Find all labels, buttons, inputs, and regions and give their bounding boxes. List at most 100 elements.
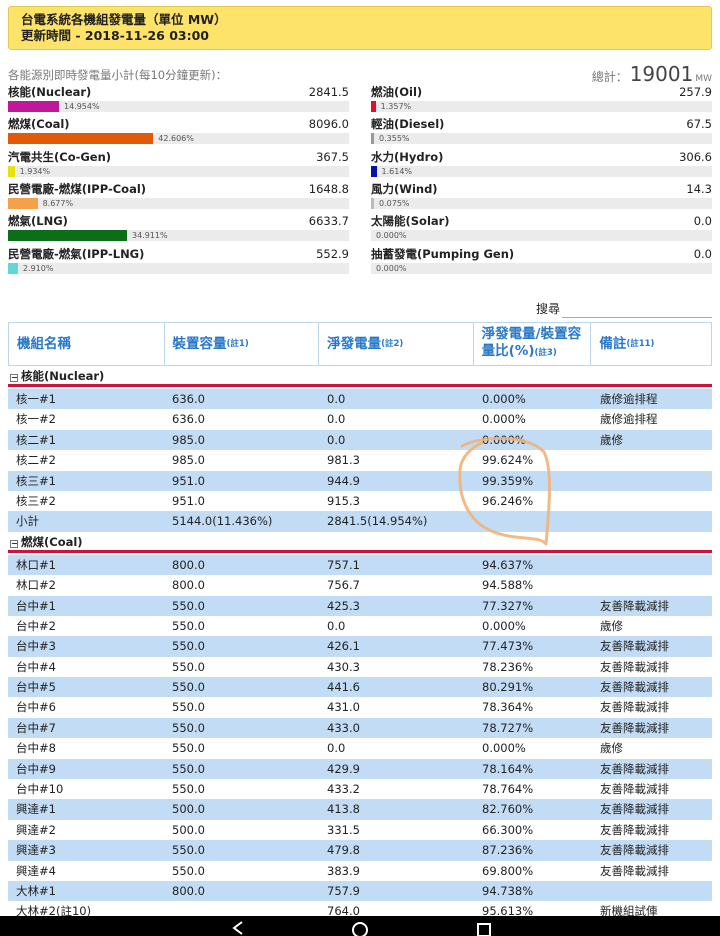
cell-capacity: 985.0 [172, 453, 205, 468]
cell-net-generation: 383.9 [327, 863, 360, 878]
source-item: 燃氣(LNG) 6633.7 34.911% [8, 214, 349, 246]
cell-capacity: 985.0 [172, 432, 205, 447]
source-percent: 1.614% [381, 166, 413, 176]
cell-net-generation: 479.8 [327, 843, 360, 858]
home-icon[interactable] [350, 920, 370, 936]
source-bar: 42.606% [8, 133, 349, 145]
cell-capacity: 5144.0(11.436%) [172, 514, 273, 529]
group-header[interactable]: − 燃煤(Coal) [8, 532, 712, 553]
source-percent: 1.934% [19, 166, 51, 176]
source-bar-fill [8, 101, 59, 112]
cell-remark [592, 881, 712, 901]
header-remarks[interactable]: 備註 (註11) [591, 323, 711, 365]
table-row: 台中#5 550.0 441.6 80.291% 友善降載減排 [8, 677, 712, 698]
cell-ratio [474, 511, 592, 531]
cell-capacity: 800.0 [172, 578, 205, 593]
table-row: 台中#4 550.0 430.3 78.236% 友善降載減排 [8, 657, 712, 677]
cell-remark: 歲修逾排程 [600, 392, 658, 406]
table-row: 小計 5144.0(11.436%) 2841.5(14.954%) [8, 511, 712, 532]
collapse-icon[interactable]: − [10, 374, 18, 382]
cell-capacity: 550.0 [172, 598, 205, 613]
source-bar: 1.934% [8, 165, 349, 177]
cell-ratio: 0.000% [482, 432, 526, 447]
cell-ratio: 78.727% [482, 720, 534, 735]
source-percent: 0.000% [376, 263, 407, 273]
source-item: 燃油(Oil) 257.9 1.357% [371, 85, 712, 117]
cell-net-generation: 431.0 [327, 700, 360, 715]
cell-ratio: 77.473% [482, 639, 534, 654]
cell-unit-name: 林口#1 [16, 557, 56, 572]
cell-net-generation: 944.9 [327, 473, 360, 488]
source-name: 風力(Wind) [371, 181, 438, 196]
cell-capacity: 800.0 [172, 557, 205, 572]
source-value: 14.3 [686, 181, 712, 196]
search-input[interactable] [562, 296, 712, 318]
cell-ratio: 77.327% [482, 598, 534, 613]
source-bar-fill [371, 197, 374, 209]
cell-ratio: 87.236% [482, 843, 534, 858]
group-header[interactable]: − 核能(Nuclear) [8, 366, 712, 387]
source-name: 燃氣(LNG) [8, 214, 68, 229]
recents-icon[interactable] [474, 920, 494, 936]
table-row: 台中#7 550.0 433.0 78.727% 友善降載減排 [8, 717, 712, 739]
source-name: 輕油(Diesel) [371, 117, 445, 132]
cell-unit-name: 台中#10 [16, 782, 64, 797]
cell-unit-name: 興達#1 [16, 802, 56, 817]
cell-remark [592, 511, 712, 531]
source-item: 民營電廠-燃氣(IPP-LNG) 552.9 2.910% [8, 247, 349, 279]
cell-capacity: 636.0 [172, 392, 205, 406]
table-body: − 核能(Nuclear) 核一#1 636.0 0.0 0.000% 歲修逾排程 核一#2 6… [8, 366, 712, 922]
source-item: 民營電廠-燃煤(IPP-Coal) 1648.8 8.677% [8, 182, 349, 214]
source-value: 1648.8 [308, 181, 349, 196]
cell-capacity: 550.0 [172, 618, 205, 633]
source-name: 水力(Hydro) [371, 149, 444, 164]
cell-unit-name: 興達#4 [16, 863, 56, 878]
source-item: 水力(Hydro) 306.6 1.614% [371, 150, 712, 182]
source-item: 太陽能(Solar) 0.0 0.000% [371, 214, 712, 246]
table-row: 興達#1 500.0 413.8 82.760% 友善降載減排 [8, 799, 712, 820]
summary-note: 各能源別即時發電量小計(每10分鐘更新)： [8, 68, 228, 82]
table-row: 台中#9 550.0 429.9 78.164% 友善降載減排 [8, 758, 712, 780]
cell-remark: 友善降載減排 [600, 761, 669, 776]
source-value: 2841.5 [308, 85, 349, 99]
cell-net-generation: 757.9 [327, 883, 360, 898]
cell-capacity: 550.0 [172, 863, 205, 878]
header-capacity[interactable]: 裝置容量 (註1) [165, 323, 320, 365]
table-header: 機組名稱 裝置容量 (註1) 淨發電量 (註2) 淨發電量/裝置容量比(%)(註3)… [8, 322, 712, 366]
cell-remark: 友善降載減排 [600, 639, 669, 654]
source-bar: 14.954% [8, 101, 349, 112]
cell-capacity: 951.0 [172, 473, 205, 488]
header-capacity-ratio[interactable]: 淨發電量/裝置容量比(%)(註3) [474, 323, 592, 365]
collapse-icon[interactable]: − [10, 539, 18, 548]
header-net-generation[interactable]: 淨發電量 (註2) [319, 323, 474, 365]
cell-remark: 友善降載減排 [600, 802, 669, 817]
cell-remark: 友善降載減排 [600, 680, 669, 695]
cell-unit-name: 興達#2 [16, 822, 56, 837]
table-row: 興達#3 550.0 479.8 87.236% 友善降載減排 [8, 840, 712, 861]
cell-net-generation: 915.3 [327, 493, 360, 508]
cell-capacity: 636.0 [172, 412, 205, 427]
source-percent: 1.357% [380, 102, 412, 111]
cell-ratio: 94.637% [482, 557, 534, 572]
header-unit-name[interactable]: 機組名稱 [9, 323, 165, 365]
cell-ratio: 99.359% [482, 473, 534, 488]
back-icon[interactable] [228, 920, 248, 936]
source-name: 民營電廠-燃氣(IPP-LNG) [8, 246, 145, 261]
cell-net-generation: 981.3 [327, 453, 360, 468]
source-bar: 8.677% [8, 197, 349, 209]
cell-unit-name: 核二#1 [16, 432, 56, 447]
table-row: 林口#2 800.0 756.7 94.588% [8, 575, 712, 595]
cell-net-generation: 433.0 [327, 720, 360, 735]
cell-ratio: 82.760% [482, 802, 534, 817]
table-row: 台中#1 550.0 425.3 77.327% 友善降載減排 [8, 595, 712, 616]
cell-unit-name: 核一#2 [16, 412, 56, 427]
cell-unit-name: 台中#3 [16, 639, 56, 654]
cell-ratio: 78.364% [482, 700, 534, 715]
cell-remark [592, 575, 712, 595]
cell-net-generation: 426.1 [327, 639, 360, 654]
source-bar-fill [8, 133, 154, 145]
page-header: 台電系統各機組發電量（單位 MW） 更新時間 - 2018-11-26 03:0… [8, 6, 712, 50]
cell-net-generation: 757.1 [327, 557, 360, 572]
cell-capacity: 550.0 [172, 843, 205, 858]
cell-capacity: 550.0 [172, 720, 205, 735]
